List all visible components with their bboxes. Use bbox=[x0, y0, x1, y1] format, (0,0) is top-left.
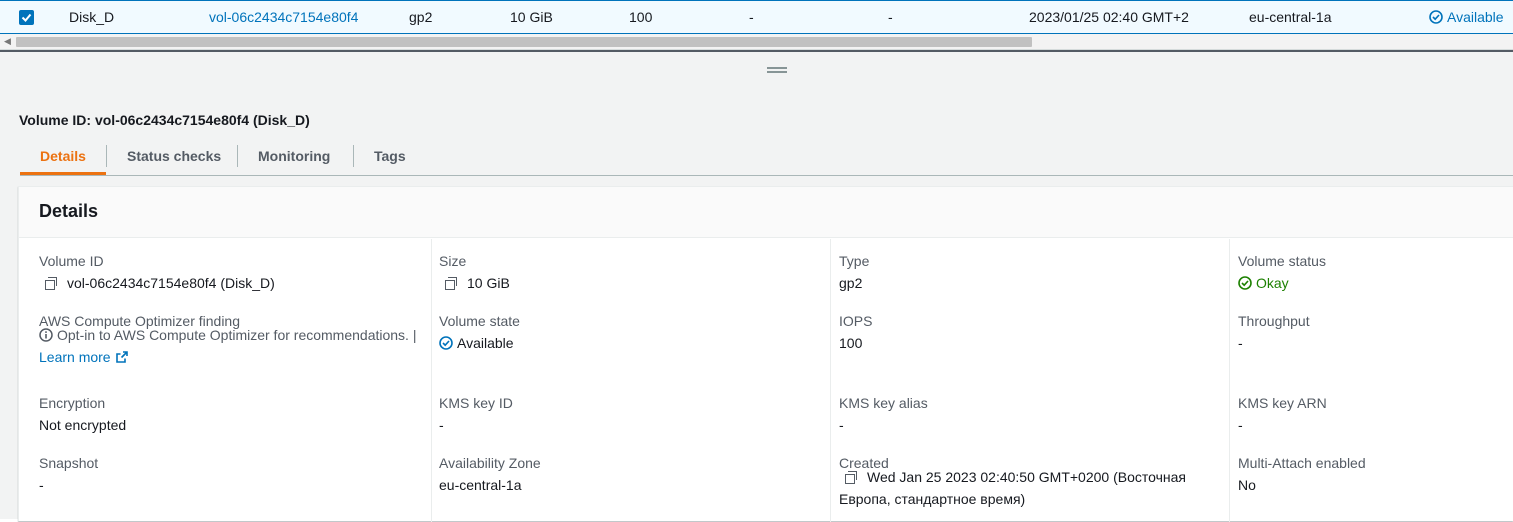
check-icon bbox=[21, 13, 32, 22]
row-throughput: - bbox=[749, 9, 754, 25]
volume-id-label: Volume ID bbox=[39, 253, 104, 269]
snapshot-label: Snapshot bbox=[39, 455, 99, 471]
volume-state-value: Available bbox=[439, 335, 514, 351]
tab-separator bbox=[106, 145, 107, 167]
volume-state-text: Available bbox=[457, 335, 514, 351]
tab-list: Details Status checks Monitoring Tags bbox=[20, 140, 1513, 176]
volume-status-value: Okay bbox=[1238, 275, 1289, 291]
row-state: Available bbox=[1429, 9, 1504, 25]
size-text: 10 GiB bbox=[467, 275, 510, 291]
row-state-label: Available bbox=[1447, 9, 1504, 25]
tab-details[interactable]: Details bbox=[20, 140, 106, 175]
volume-status-text: Okay bbox=[1256, 275, 1289, 291]
created-value: Wed Jan 25 2023 02:40:50 GMT+0200 (Восто… bbox=[839, 466, 1219, 510]
row-volume-id-link[interactable]: vol-06c2434c7154e80f4 bbox=[209, 9, 358, 25]
kms-key-id-value: - bbox=[439, 417, 444, 433]
row-az: eu-central-1a bbox=[1249, 9, 1332, 25]
volume-id-value[interactable]: vol-06c2434c7154e80f4 (Disk_D) bbox=[45, 275, 275, 291]
volume-table-row[interactable]: Disk_D vol-06c2434c7154e80f4 gp2 10 GiB … bbox=[0, 0, 1513, 34]
row-type: gp2 bbox=[409, 9, 433, 25]
throughput-label: Throughput bbox=[1238, 313, 1310, 329]
status-available-icon bbox=[439, 336, 453, 350]
row-iops: 100 bbox=[629, 9, 653, 25]
size-value: 10 GiB bbox=[445, 275, 510, 291]
type-label: Type bbox=[839, 253, 870, 269]
optimizer-text: Opt-in to AWS Compute Optimizer for reco… bbox=[57, 327, 417, 343]
encryption-label: Encryption bbox=[39, 395, 106, 411]
volume-state-label: Volume state bbox=[439, 313, 520, 329]
copy-icon[interactable] bbox=[845, 471, 857, 484]
row-name: Disk_D bbox=[69, 9, 115, 25]
kms-key-id-label: KMS key ID bbox=[439, 395, 513, 411]
external-link-icon bbox=[115, 351, 128, 363]
multi-attach-label: Multi-Attach enabled bbox=[1238, 455, 1366, 471]
tab-status-checks[interactable]: Status checks bbox=[127, 140, 221, 175]
scroll-left-arrow-icon[interactable]: ◀ bbox=[4, 36, 11, 47]
success-check-icon bbox=[1238, 276, 1252, 290]
column-divider bbox=[431, 239, 432, 522]
details-header: Details bbox=[19, 187, 1513, 238]
resize-handle-icon[interactable] bbox=[767, 67, 787, 73]
tab-monitoring[interactable]: Monitoring bbox=[258, 140, 330, 175]
iops-value: 100 bbox=[839, 335, 863, 351]
type-value: gp2 bbox=[839, 275, 863, 291]
multi-attach-value: No bbox=[1238, 477, 1256, 493]
horizontal-scrollbar[interactable]: ◀ bbox=[0, 34, 1513, 50]
split-panel: Volume ID: vol-06c2434c7154e80f4 (Disk_D… bbox=[0, 50, 1513, 522]
copy-icon[interactable] bbox=[45, 277, 57, 290]
column-divider bbox=[1229, 239, 1230, 522]
tab-separator bbox=[237, 145, 238, 167]
learn-more-link[interactable]: Learn more bbox=[39, 349, 129, 365]
tab-tags[interactable]: Tags bbox=[374, 140, 406, 175]
info-icon bbox=[39, 328, 53, 342]
row-size: 10 GiB bbox=[510, 9, 553, 25]
kms-key-arn-value: - bbox=[1238, 417, 1243, 433]
throughput-value: - bbox=[1238, 335, 1243, 351]
panel-title: Volume ID: vol-06c2434c7154e80f4 (Disk_D… bbox=[19, 112, 310, 128]
availability-zone-label: Availability Zone bbox=[439, 455, 541, 471]
encryption-value: Not encrypted bbox=[39, 417, 127, 433]
row-created: 2023/01/25 02:40 GMT+2 bbox=[1029, 9, 1189, 25]
iops-label: IOPS bbox=[839, 313, 873, 329]
copy-icon[interactable] bbox=[445, 277, 457, 290]
column-divider bbox=[830, 239, 831, 522]
details-container: Details Volume ID vol-06c2434c7154e80f4 … bbox=[18, 186, 1513, 522]
details-heading: Details bbox=[39, 201, 99, 221]
status-available-icon bbox=[1429, 10, 1443, 24]
optimizer-value: Opt-in to AWS Compute Optimizer for reco… bbox=[39, 324, 424, 368]
size-label: Size bbox=[439, 253, 467, 269]
volume-status-label: Volume status bbox=[1238, 253, 1326, 269]
volume-id-link[interactable]: vol-06c2434c7154e80f4 (Disk_D) bbox=[67, 275, 275, 291]
learn-more-text[interactable]: Learn more bbox=[39, 349, 111, 365]
kms-key-arn-label: KMS key ARN bbox=[1238, 395, 1327, 411]
kms-key-alias-label: KMS key alias bbox=[839, 395, 928, 411]
created-text: Wed Jan 25 2023 02:40:50 GMT+0200 (Восто… bbox=[839, 469, 1186, 507]
scrollbar-thumb[interactable] bbox=[16, 37, 1032, 47]
availability-zone-value: eu-central-1a bbox=[439, 477, 522, 493]
row-checkbox[interactable] bbox=[19, 10, 34, 25]
kms-key-alias-value: - bbox=[839, 417, 844, 433]
row-snapshot: - bbox=[888, 9, 893, 25]
tab-separator bbox=[353, 145, 354, 167]
snapshot-value: - bbox=[39, 477, 44, 493]
